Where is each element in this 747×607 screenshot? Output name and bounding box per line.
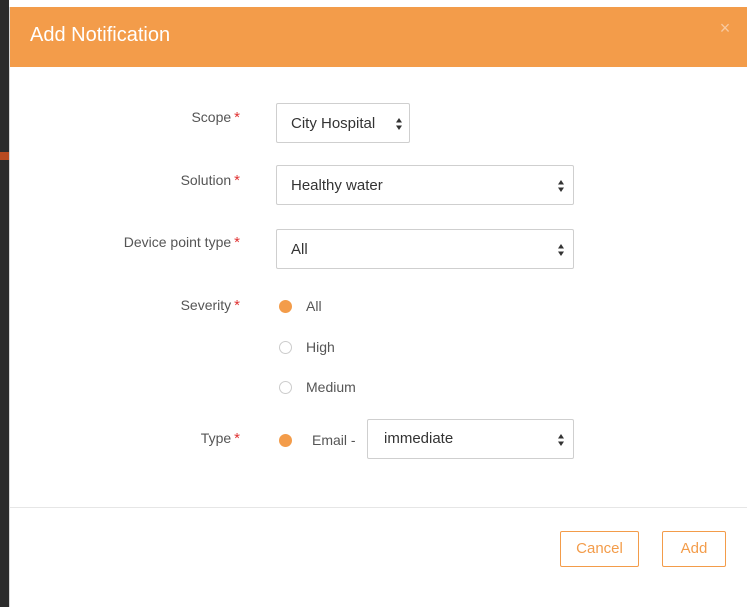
required-indicator: * (234, 430, 240, 447)
footer-divider (10, 507, 747, 508)
severity-label: Severity * (10, 296, 240, 315)
background-page-edge (0, 0, 9, 607)
dialog-title: Add Notification (30, 24, 171, 46)
scope-label-text: Scope (191, 109, 232, 125)
severity-medium-radio[interactable] (279, 381, 292, 394)
scope-label: Scope * (10, 108, 240, 127)
type-label-text: Type (200, 430, 232, 446)
severity-label-text: Severity (180, 297, 232, 313)
sort-arrows-icon (396, 118, 402, 130)
type-email-label[interactable]: Email - (312, 431, 356, 449)
sort-arrows-icon (558, 180, 564, 192)
email-frequency-select[interactable]: immediate (367, 419, 574, 459)
cancel-button[interactable]: Cancel (560, 531, 639, 567)
device-point-type-select-value: All (291, 241, 308, 258)
solution-select-value: Healthy water (291, 177, 383, 194)
required-indicator: * (234, 234, 240, 251)
device-point-type-select[interactable]: All (276, 229, 574, 269)
background-page-accent (0, 152, 9, 160)
severity-medium-label[interactable]: Medium (306, 378, 356, 396)
device-point-type-label: Device point type * (10, 233, 240, 252)
solution-label-text: Solution (180, 172, 232, 188)
severity-all-radio[interactable] (279, 300, 292, 313)
severity-high-label[interactable]: High (306, 338, 335, 356)
solution-label: Solution * (10, 171, 240, 190)
email-frequency-select-value: immediate (384, 430, 454, 447)
scope-select-value: City Hospital (291, 115, 376, 132)
sort-arrows-icon (558, 434, 564, 446)
add-button[interactable]: Add (662, 531, 726, 567)
type-label: Type * (10, 429, 240, 448)
scope-select[interactable]: City Hospital (276, 103, 410, 143)
close-icon[interactable]: × (716, 19, 734, 37)
required-indicator: * (234, 109, 240, 126)
add-notification-dialog: Add Notification × Scope * City Hospital … (9, 7, 747, 607)
sort-arrows-icon (558, 244, 564, 256)
solution-select[interactable]: Healthy water (276, 165, 574, 205)
type-email-radio[interactable] (279, 434, 292, 447)
required-indicator: * (234, 297, 240, 314)
device-point-type-label-text: Device point type (123, 234, 232, 250)
severity-high-radio[interactable] (279, 341, 292, 354)
dialog-header: Add Notification × (10, 7, 747, 67)
severity-all-label[interactable]: All (306, 297, 322, 315)
required-indicator: * (234, 172, 240, 189)
